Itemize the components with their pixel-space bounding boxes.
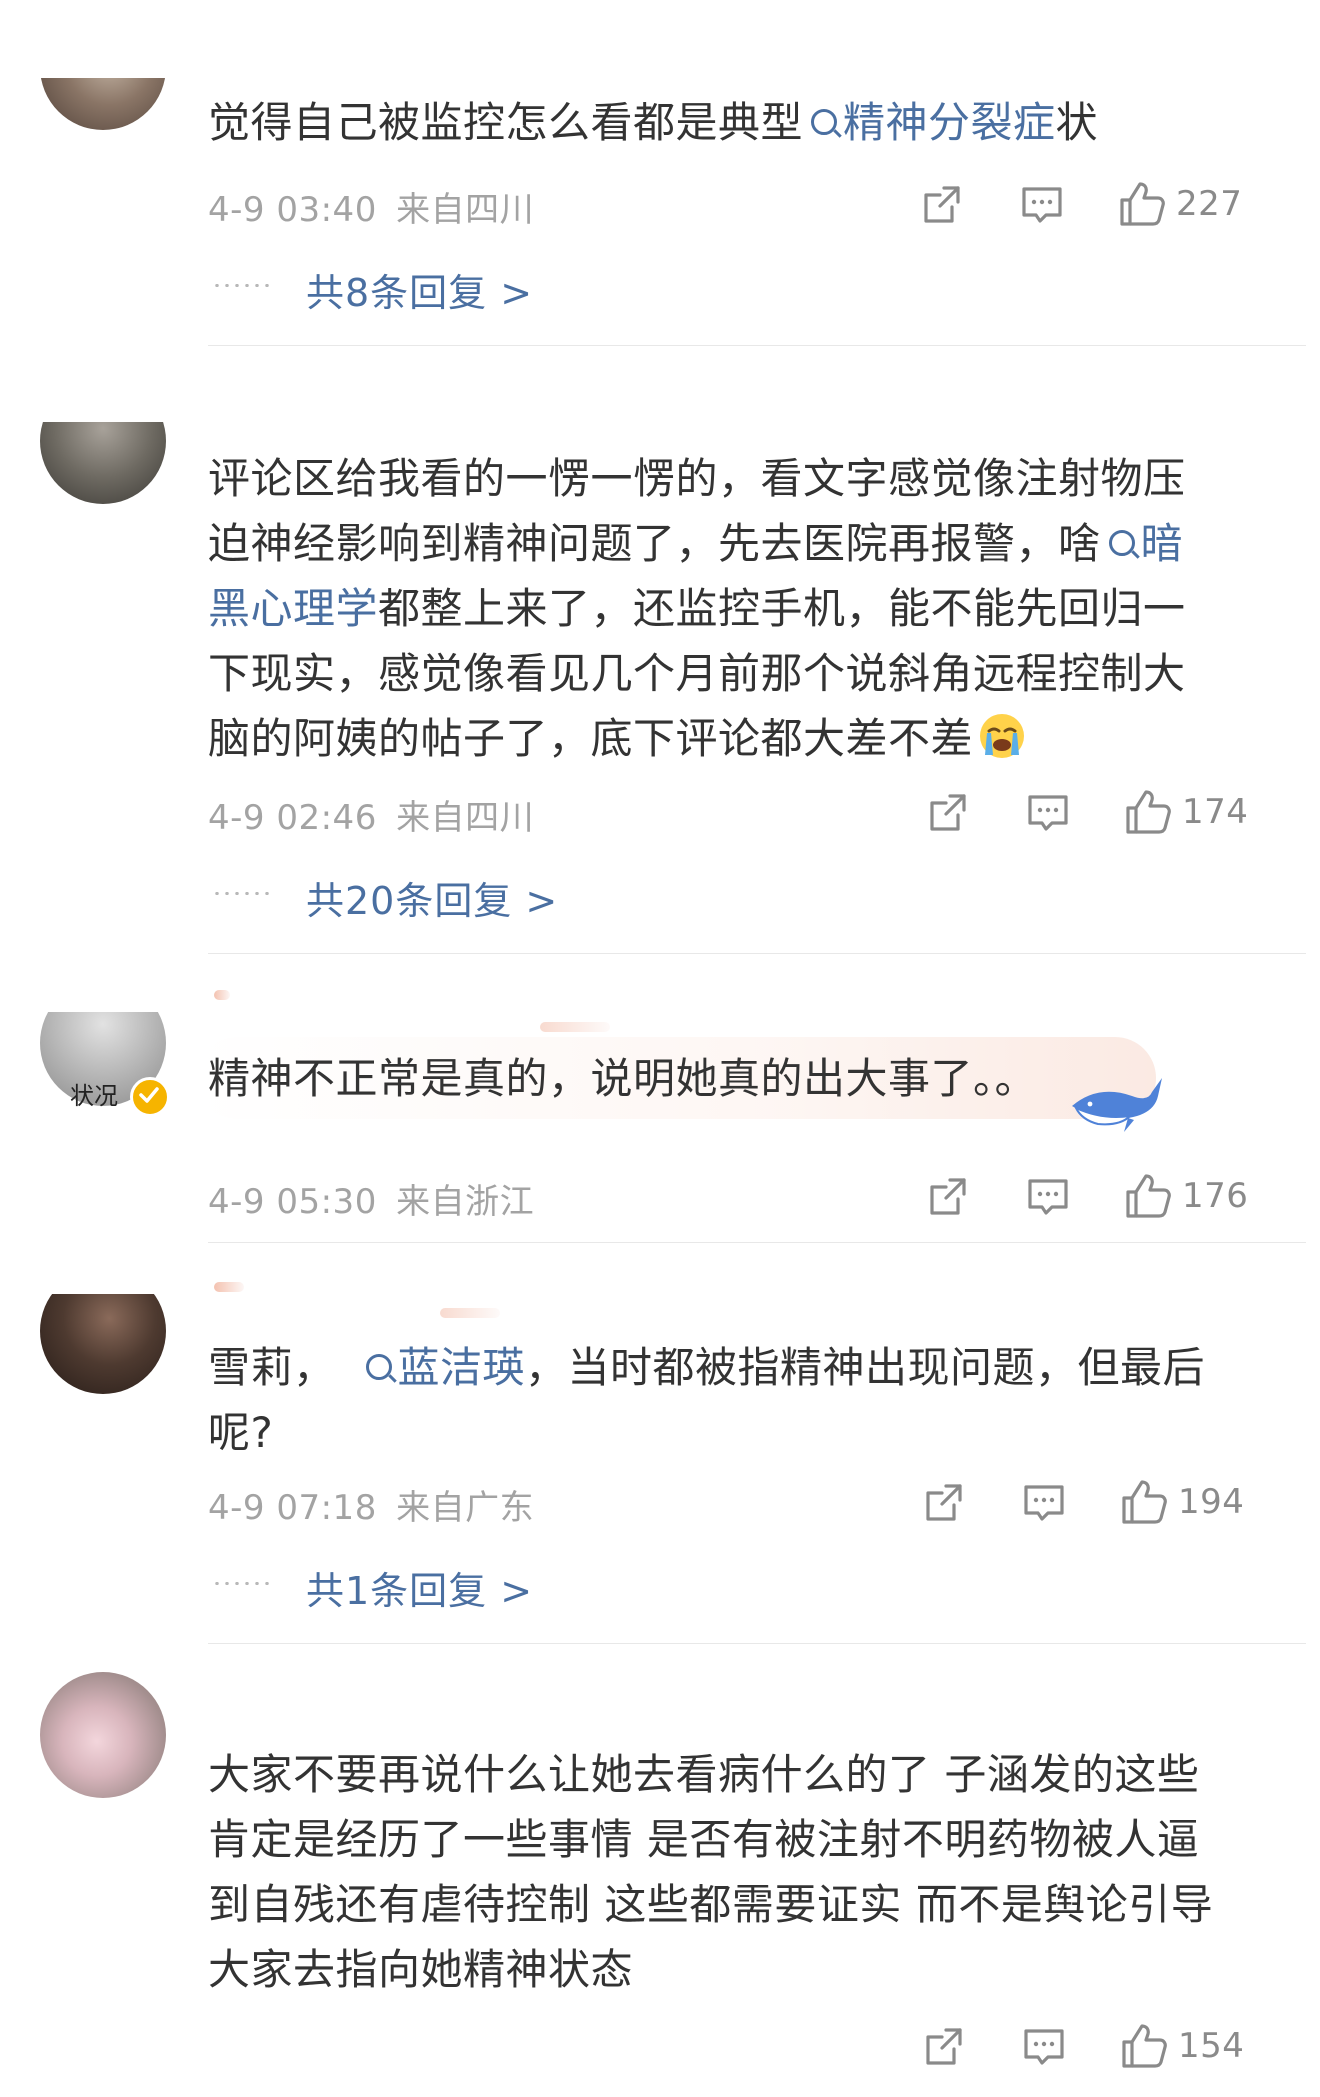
dots-icon xyxy=(212,1582,272,1585)
username-blur xyxy=(214,1282,244,1292)
comment-meta: 4-9 05:30 来自浙江 xyxy=(208,1174,534,1223)
dots-icon xyxy=(212,892,272,895)
comment-meta: 4-9 02:46 来自四川 xyxy=(208,790,534,839)
avatar-crop-mask xyxy=(30,370,180,422)
action-bar: 194 xyxy=(922,1478,1262,1528)
topic-link-continued[interactable]: 黑心理学 xyxy=(208,584,378,633)
comment-icon[interactable] xyxy=(1026,1175,1070,1219)
action-bar: 176 xyxy=(926,1172,1266,1222)
comment-icon[interactable] xyxy=(1022,1481,1066,1525)
thumbs-up-icon[interactable] xyxy=(1124,1172,1172,1220)
share-icon[interactable] xyxy=(920,183,964,227)
comment-meta: 4-9 07:18 来自广东 xyxy=(208,1480,534,1529)
username-blur xyxy=(540,1022,610,1032)
verified-badge-icon xyxy=(130,1077,170,1117)
like-count: 154 xyxy=(1178,2026,1245,2066)
divider xyxy=(208,345,1306,346)
username-blur xyxy=(440,1308,500,1318)
view-replies-link[interactable]: 共20条回复 > xyxy=(306,870,558,925)
location: 来自浙江 xyxy=(396,1182,535,1222)
comment-text: 雪莉， 蓝洁瑛，当时都被指精神出现问题，但最后 呢? xyxy=(208,1343,1206,1457)
whale-sticker xyxy=(1072,1078,1162,1132)
divider xyxy=(208,953,1306,954)
comment-text: 评论区给我看的一愣一愣的，看文字感觉像注射物压 迫神经影响到精神问题了，先去医院… xyxy=(208,454,1186,763)
timestamp: 4-9 05:30 xyxy=(208,1182,377,1222)
like-count: 174 xyxy=(1182,792,1249,832)
avatar-crop-mask xyxy=(30,972,180,1012)
view-replies-link[interactable]: 共1条回复 > xyxy=(306,1560,533,1615)
view-replies-link[interactable]: 共8条回复 > xyxy=(306,262,533,317)
search-icon xyxy=(811,109,838,135)
thumbs-up-icon[interactable] xyxy=(1118,180,1166,228)
comment-meta: 4-9 03:40 来自四川 xyxy=(208,182,534,231)
divider xyxy=(208,1242,1306,1243)
avatar-crop-mask xyxy=(30,1260,180,1294)
like-count: 194 xyxy=(1178,1482,1245,1522)
comment-text: 大家不要再说什么让她去看病什么的了 子涵发的这些 肯定是经历了一些事情 是否有被… xyxy=(208,1750,1214,1994)
topic-link[interactable]: 蓝洁瑛 xyxy=(358,1343,526,1392)
comment-icon[interactable] xyxy=(1026,791,1070,835)
thumbs-up-icon[interactable] xyxy=(1120,2022,1168,2070)
crying-emoji-icon xyxy=(980,714,1025,758)
location: 来自四川 xyxy=(396,798,535,838)
search-icon xyxy=(365,1354,392,1380)
comment-text: 觉得自己被监控怎么看都是典型 精神分裂症状 xyxy=(208,98,1099,147)
share-icon[interactable] xyxy=(926,1175,970,1219)
avatar-crop-mask xyxy=(30,0,180,78)
location: 来自广东 xyxy=(396,1488,535,1528)
action-bar: 174 xyxy=(926,788,1266,838)
timestamp: 4-9 03:40 xyxy=(208,190,377,230)
timestamp: 4-9 07:18 xyxy=(208,1488,377,1528)
action-bar: 154 xyxy=(922,2022,1262,2072)
share-icon[interactable] xyxy=(926,791,970,835)
location: 来自四川 xyxy=(396,190,535,230)
comment-icon[interactable] xyxy=(1020,183,1064,227)
search-icon xyxy=(1108,530,1135,556)
timestamp: 4-9 02:46 xyxy=(208,798,377,838)
topic-link[interactable]: 暗 xyxy=(1101,519,1184,568)
topic-link[interactable]: 精神分裂症 xyxy=(803,98,1056,147)
like-count: 176 xyxy=(1182,1176,1249,1216)
avatar-caption: 状况 xyxy=(70,1082,118,1110)
share-icon[interactable] xyxy=(922,2025,966,2069)
like-count: 227 xyxy=(1176,184,1243,224)
divider xyxy=(208,1643,1306,1644)
action-bar: 227 xyxy=(920,180,1260,230)
share-icon[interactable] xyxy=(922,1481,966,1525)
comment-icon[interactable] xyxy=(1022,2025,1066,2069)
thumbs-up-icon[interactable] xyxy=(1124,788,1172,836)
thumbs-up-icon[interactable] xyxy=(1120,1478,1168,1526)
avatar[interactable] xyxy=(40,1672,166,1798)
dots-icon xyxy=(212,284,272,287)
username-blur xyxy=(214,990,230,1000)
